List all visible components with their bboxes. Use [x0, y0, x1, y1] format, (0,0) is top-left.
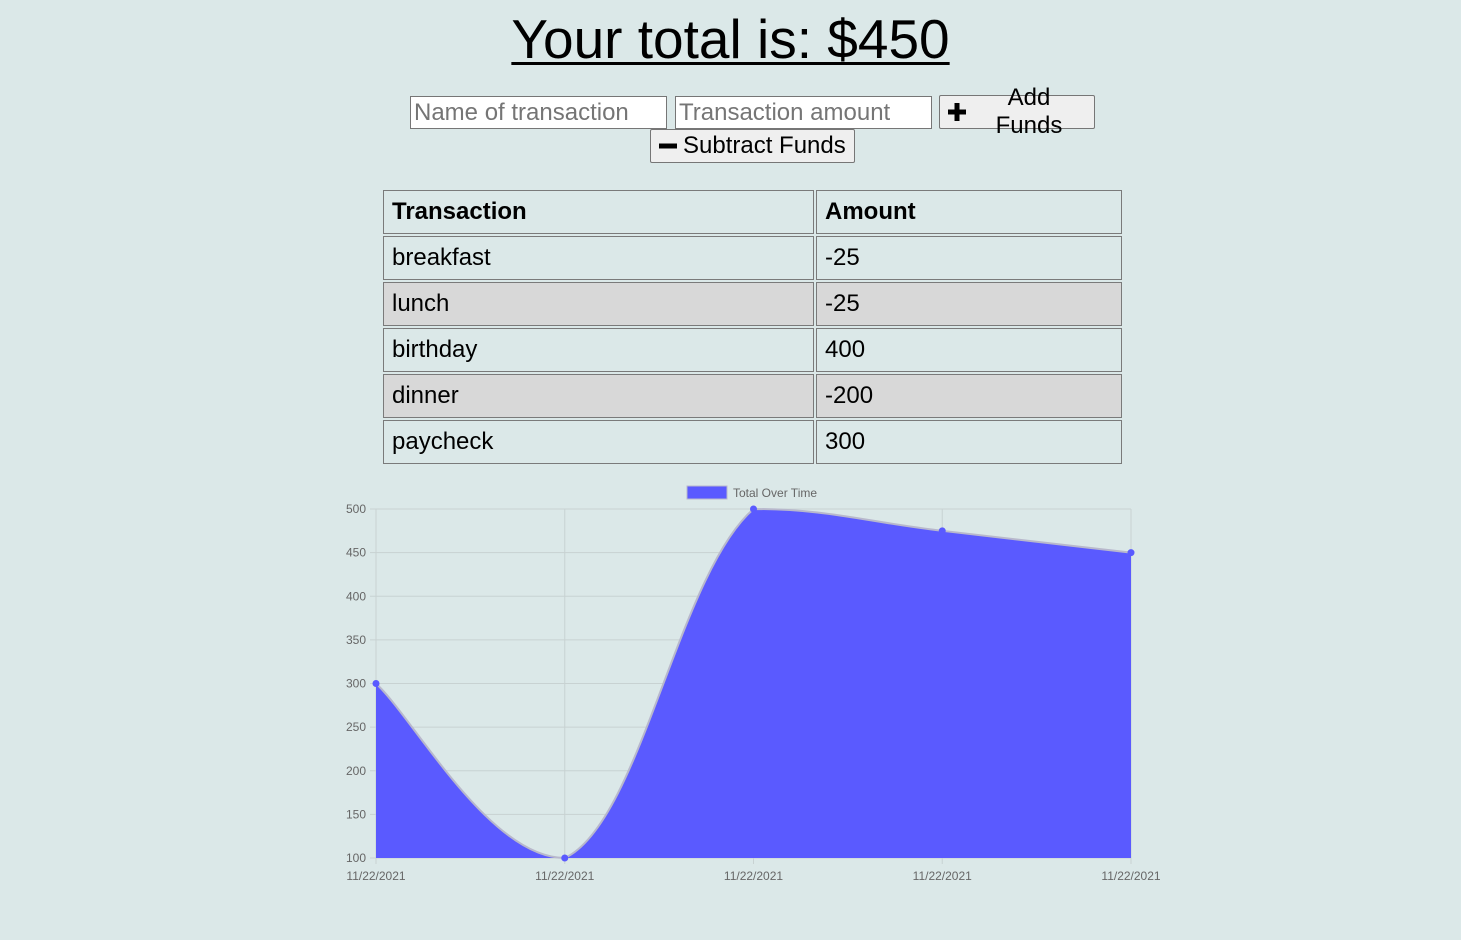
- data-point: [1127, 549, 1135, 557]
- total-over-time-chart: 100 150 200 250 300 350 400 450 500 11/22/2021 11/…: [346, 485, 1161, 883]
- x-tick-label: 11/22/2021: [535, 869, 594, 883]
- y-tick-label: 400: [346, 589, 366, 603]
- data-point: [750, 505, 757, 513]
- x-tick-label: 11/22/2021: [724, 869, 783, 883]
- y-tick-label: 300: [346, 677, 366, 691]
- x-tick-label: 11/22/2021: [346, 869, 405, 883]
- y-tick-label: 500: [346, 502, 366, 516]
- x-tick-label: 11/22/2021: [1101, 869, 1160, 883]
- legend-swatch: [686, 485, 728, 500]
- y-tick-label: 350: [346, 633, 366, 647]
- data-point: [938, 527, 946, 535]
- y-tick-label: 100: [346, 851, 366, 865]
- y-tick-label: 150: [346, 807, 366, 821]
- x-tick-label: 11/22/2021: [913, 869, 972, 883]
- data-point: [561, 854, 569, 862]
- y-tick-label: 450: [346, 546, 366, 560]
- legend-label: Total Over Time: [733, 486, 817, 500]
- y-tick-label: 250: [346, 720, 366, 734]
- y-tick-label: 200: [346, 764, 366, 778]
- data-point: [372, 680, 380, 687]
